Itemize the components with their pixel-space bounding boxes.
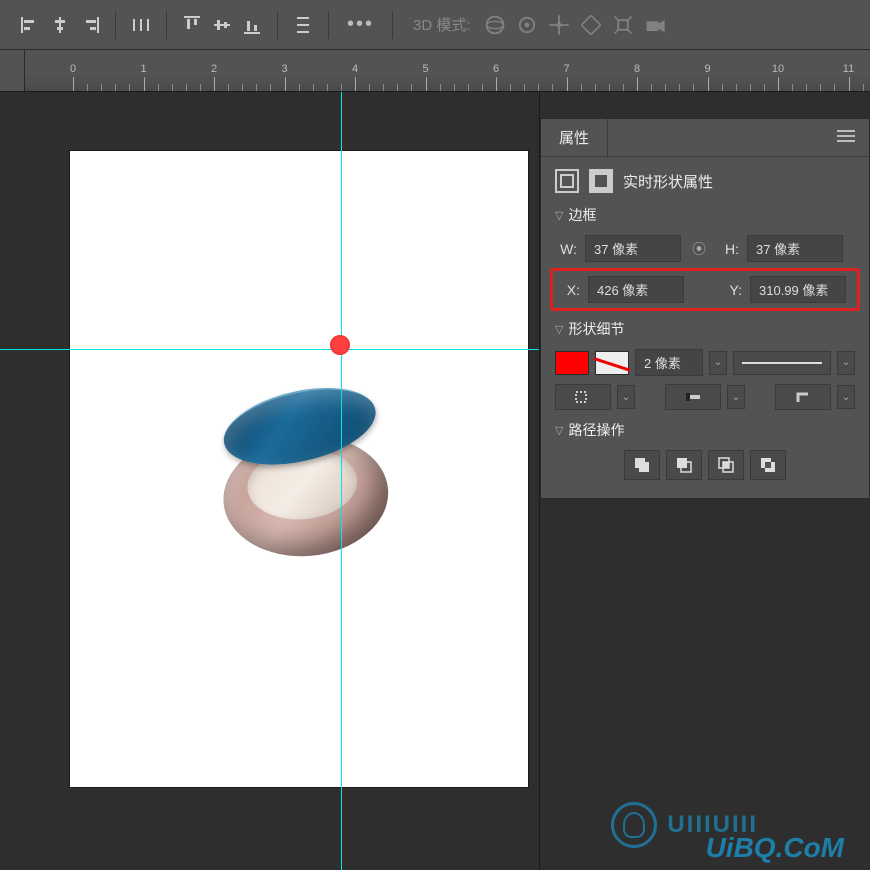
watermark-bulb-icon — [611, 802, 657, 848]
link-wh-icon[interactable]: ⦿ — [689, 239, 709, 259]
section-shape-detail[interactable]: ▽ 形状细节 — [555, 319, 855, 339]
width-input[interactable] — [585, 235, 681, 262]
more-options-icon[interactable]: ••• — [339, 13, 382, 36]
panel-menu-icon[interactable] — [823, 129, 869, 146]
ruler-row: 01234567891011 — [0, 50, 870, 92]
stroke-join-dropdown[interactable] — [775, 384, 831, 410]
align-vcenter-icon[interactable] — [207, 10, 237, 40]
stroke-swatch[interactable] — [595, 351, 629, 375]
3d-camera-icon[interactable] — [643, 13, 667, 37]
y-label: Y: — [720, 282, 742, 298]
3d-slide-icon[interactable] — [579, 13, 603, 37]
stroke-options-row: ⌄ ⌄ ⌄ — [555, 384, 855, 410]
document-canvas[interactable] — [70, 151, 528, 787]
canvas-area[interactable] — [0, 92, 539, 870]
guide-vertical[interactable] — [341, 92, 342, 870]
stroke-align-arrow[interactable]: ⌄ — [617, 385, 635, 409]
align-group-2 — [177, 10, 267, 40]
3d-orbit-icon[interactable] — [483, 13, 507, 37]
path-combine-button[interactable] — [624, 450, 660, 480]
chevron-down-icon: ▽ — [555, 424, 563, 437]
fill-swatch[interactable] — [555, 351, 589, 375]
chevron-down-icon: ▽ — [555, 323, 563, 336]
distribute-vcenter-icon[interactable] — [288, 10, 318, 40]
align-top-icon[interactable] — [177, 10, 207, 40]
shape-type-row: 实时形状属性 — [555, 169, 855, 193]
stroke-width-input[interactable] — [635, 349, 703, 376]
panels-column: 属性 实时形状属性 ▽ 边框 W: ⦿ H: X: — [539, 92, 870, 870]
guide-horizontal[interactable] — [0, 349, 539, 350]
height-label: H: — [717, 241, 739, 257]
align-group-1 — [15, 10, 105, 40]
shape-type-label: 实时形状属性 — [623, 171, 713, 192]
horizontal-ruler[interactable]: 01234567891011 — [25, 50, 870, 91]
properties-panel: 属性 实时形状属性 ▽ 边框 W: ⦿ H: X: — [540, 118, 870, 499]
section-bounds-label: 边框 — [568, 205, 596, 225]
toolbar-separator — [166, 11, 167, 39]
height-input[interactable] — [747, 235, 843, 262]
section-path-ops[interactable]: ▽ 路径操作 — [555, 420, 855, 440]
x-label: X: — [558, 282, 580, 298]
panel-body: 实时形状属性 ▽ 边框 W: ⦿ H: X: Y: ▽ 形状细节 — [541, 157, 869, 498]
ruler-corner — [0, 50, 25, 91]
product-illustration — [197, 373, 414, 590]
toolbar-separator — [392, 11, 393, 39]
stroke-width-stepper[interactable]: ⌄ — [709, 351, 727, 375]
path-intersect-button[interactable] — [708, 450, 744, 480]
watermark-site-text: UiBQ.CoM — [706, 832, 844, 863]
stroke-align-dropdown[interactable] — [555, 384, 611, 410]
align-right-icon[interactable] — [75, 10, 105, 40]
live-shape-icon — [589, 169, 613, 193]
stroke-style-dropdown[interactable]: ⌄ — [837, 351, 855, 375]
stroke-style-preview[interactable] — [733, 351, 831, 375]
toolbar-separator — [115, 11, 116, 39]
align-hcenter-icon[interactable] — [45, 10, 75, 40]
tab-properties[interactable]: 属性 — [541, 119, 608, 156]
options-bar: ••• 3D 模式: — [0, 0, 870, 50]
section-detail-label: 形状细节 — [568, 319, 624, 339]
watermark-site: UiBQ.CoM — [706, 832, 844, 864]
xy-row-highlighted: X: Y: — [550, 268, 860, 311]
chevron-down-icon: ▽ — [555, 209, 563, 222]
3d-pan-icon[interactable] — [547, 13, 571, 37]
3d-rotate-icon[interactable] — [515, 13, 539, 37]
shape-marker[interactable] — [330, 335, 350, 355]
distribute-hcenter-icon[interactable] — [126, 10, 156, 40]
canvas-viewport — [0, 92, 539, 870]
stroke-cap-dropdown[interactable] — [665, 384, 721, 410]
width-height-row: W: ⦿ H: — [555, 235, 855, 262]
stroke-join-arrow[interactable]: ⌄ — [837, 385, 855, 409]
align-bottom-icon[interactable] — [237, 10, 267, 40]
panel-tab-bar: 属性 — [541, 119, 869, 157]
main-row: 属性 实时形状属性 ▽ 边框 W: ⦿ H: X: — [0, 92, 870, 870]
stroke-cap-arrow[interactable]: ⌄ — [727, 385, 745, 409]
path-subtract-button[interactable] — [666, 450, 702, 480]
align-left-icon[interactable] — [15, 10, 45, 40]
width-label: W: — [555, 241, 577, 257]
shape-outline-icon — [555, 169, 579, 193]
path-ops-row — [555, 450, 855, 480]
toolbar-separator — [277, 11, 278, 39]
y-input[interactable] — [750, 276, 846, 303]
3d-mode-icons — [483, 13, 667, 37]
stroke-row: ⌄ ⌄ — [555, 349, 855, 376]
3d-mode-label: 3D 模式: — [413, 14, 471, 35]
section-bounds[interactable]: ▽ 边框 — [555, 205, 855, 225]
3d-scale-icon[interactable] — [611, 13, 635, 37]
toolbar-separator — [328, 11, 329, 39]
x-input[interactable] — [588, 276, 684, 303]
section-pathops-label: 路径操作 — [568, 420, 624, 440]
path-exclude-button[interactable] — [750, 450, 786, 480]
